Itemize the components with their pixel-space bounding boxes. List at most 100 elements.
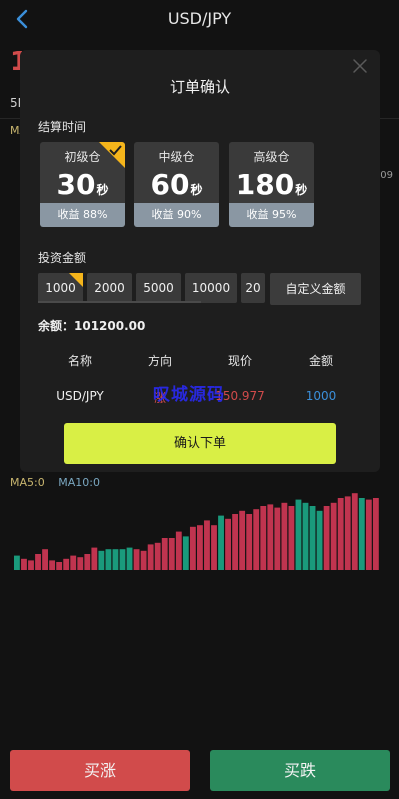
volume-bar <box>323 506 330 570</box>
modal-title: 订单确认 <box>169 78 230 96</box>
confirm-order-button[interactable]: 确认下单 <box>64 423 336 464</box>
volume-bar <box>337 498 344 570</box>
volume-bar <box>140 550 147 570</box>
ma5-label: MA5:0 <box>10 476 45 489</box>
ma10-label: MA10:0 <box>58 476 100 489</box>
page-title: USD/JPY <box>167 9 232 28</box>
volume-bar <box>119 549 126 570</box>
amount-label: 2000 <box>94 281 125 295</box>
balance: 余额：101200.00 <box>38 319 146 333</box>
amount-option-2000[interactable]: 2000 <box>87 273 132 303</box>
volume-bar <box>133 549 140 570</box>
checkmark-icon <box>69 273 83 287</box>
volume-bar <box>112 549 119 570</box>
period-duration: 60秒 <box>134 168 219 201</box>
period-return: 收益 88% <box>40 203 125 227</box>
period-option-180[interactable]: 高级仓 180秒 收益 95% <box>229 142 314 227</box>
volume-bar <box>316 510 323 570</box>
watermark: 叹城源码 <box>153 385 225 405</box>
volume-bar <box>211 525 217 570</box>
period-seconds: 60 <box>150 168 190 201</box>
order-confirm-modal: 订单确认 结算时间 初级仓 30秒 收益 88% 中级仓 60秒 收益 90% … <box>20 50 380 472</box>
volume-bar <box>91 547 98 570</box>
volume-bar <box>302 502 309 570</box>
volume-bar <box>35 554 41 570</box>
volume-bar <box>98 550 105 570</box>
period-name: 高级仓 <box>253 150 290 164</box>
volume-bar <box>365 499 372 570</box>
period-unit: 秒 <box>295 183 308 197</box>
volume-bar <box>253 509 260 570</box>
period-unit: 秒 <box>190 183 203 197</box>
period-return: 收益 90% <box>134 203 219 227</box>
volume-bar <box>246 514 253 570</box>
period-duration: 30秒 <box>40 168 125 201</box>
amount-option-1000[interactable]: 1000 <box>38 273 83 303</box>
volume-bar <box>225 518 231 570</box>
table-header-direction: 方向 <box>147 354 172 368</box>
period-name: 初级仓 <box>64 150 101 164</box>
volume-bar <box>42 549 48 570</box>
volume-bar <box>70 555 77 570</box>
volume-bar <box>126 547 133 570</box>
volume-chart <box>14 493 379 570</box>
volume-bar <box>175 531 182 570</box>
order-amount: 1000 <box>305 389 337 403</box>
amount-option-partial[interactable]: 20 <box>241 273 265 303</box>
volume-bar <box>161 538 168 570</box>
volume-bar <box>154 542 161 570</box>
volume-bar <box>239 510 246 570</box>
amount-option-10000[interactable]: 10000 <box>185 273 237 303</box>
amount-scrollbar[interactable] <box>38 301 201 303</box>
volume-bar <box>49 560 56 570</box>
volume-bar <box>63 558 70 570</box>
period-duration: 180秒 <box>229 168 314 201</box>
period-unit: 秒 <box>96 183 109 197</box>
volume-bar <box>218 515 224 570</box>
buy-up-button[interactable]: 买涨 <box>10 750 190 791</box>
volume-bar <box>56 562 63 570</box>
table-header-amount: 金额 <box>308 354 333 368</box>
volume-bar <box>232 514 239 570</box>
volume-bar <box>372 498 379 570</box>
period-option-30[interactable]: 初级仓 30秒 收益 88% <box>40 142 125 227</box>
period-seconds: 180 <box>235 168 295 201</box>
period-seconds: 30 <box>56 168 96 201</box>
volume-bar <box>295 499 302 570</box>
investment-amount-label: 投资金额 <box>38 251 87 265</box>
amount-option-5000[interactable]: 5000 <box>136 273 181 303</box>
volume-bar <box>288 506 295 570</box>
header: USD/JPY <box>0 0 399 40</box>
volume-bar <box>281 502 288 570</box>
volume-bar <box>197 525 203 570</box>
volume-bar <box>189 526 196 570</box>
period-name: 中级仓 <box>158 150 195 164</box>
volume-bar <box>147 544 154 570</box>
period-option-60[interactable]: 中级仓 60秒 收益 90% <box>134 142 219 227</box>
table-header-name: 名称 <box>67 354 92 368</box>
volume-bar <box>182 536 189 570</box>
volume-bar <box>351 493 358 570</box>
volume-bar <box>77 557 84 570</box>
custom-amount-button[interactable]: 自定义金额 <box>270 273 361 305</box>
amount-label: 10000 <box>191 281 231 295</box>
table-header-price: 现价 <box>227 354 252 368</box>
volume-bar <box>330 502 337 570</box>
order-name: USD/JPY <box>56 389 104 403</box>
volume-bar <box>344 496 351 570</box>
buy-down-button[interactable]: 买跌 <box>210 750 390 791</box>
volume-bar <box>105 549 112 570</box>
amount-label: 5000 <box>143 281 174 295</box>
close-icon[interactable] <box>352 58 368 74</box>
volume-bar <box>309 506 316 570</box>
volume-bar <box>204 520 210 570</box>
volume-bar <box>260 506 267 570</box>
volume-bar <box>14 555 20 570</box>
amount-label: 20 <box>245 281 261 295</box>
volume-bar <box>28 560 34 570</box>
volume-bar <box>267 504 274 570</box>
settle-time-label: 结算时间 <box>38 120 87 134</box>
volume-bar <box>84 554 91 570</box>
volume-ma-legend: MA5:0 MA10:0 <box>10 476 100 489</box>
volume-bar <box>168 538 175 570</box>
